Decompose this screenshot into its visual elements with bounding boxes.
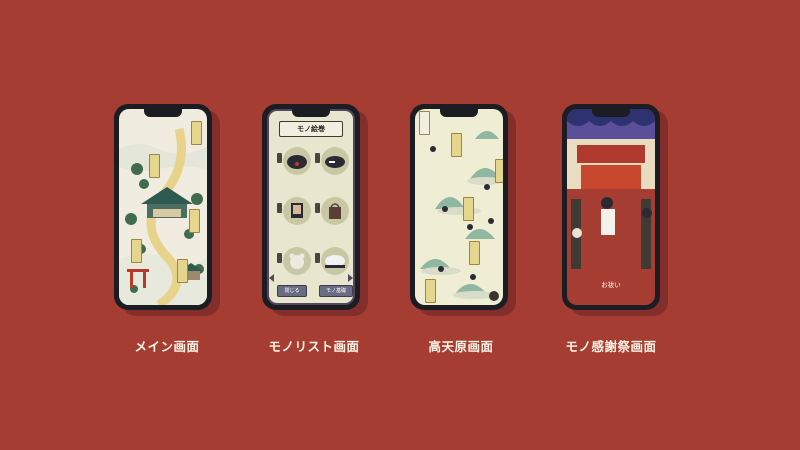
phone-takamagahara <box>410 104 508 310</box>
monolist-title: モノ絵巻 <box>279 121 343 137</box>
item-slot[interactable] <box>321 247 349 275</box>
takamagahara-screen[interactable] <box>415 109 503 305</box>
caption-takamagahara: 高天原画面 <box>428 339 494 354</box>
edit-icon[interactable] <box>489 291 499 301</box>
item-marker <box>315 153 320 163</box>
purification-label[interactable]: お祓い <box>567 279 655 289</box>
phone-festival: お祓い <box>562 104 660 310</box>
mono-basics-button[interactable]: モノ基礎 <box>319 285 353 297</box>
item-marker <box>277 203 282 213</box>
shrine-interior-illustration <box>567 109 655 305</box>
cap-icon <box>325 156 345 168</box>
festival-screen[interactable]: お祓い <box>567 109 655 305</box>
item-marker <box>315 203 320 213</box>
item-slot[interactable] <box>321 197 349 225</box>
back-sign-button[interactable] <box>419 111 430 135</box>
item-slot[interactable] <box>283 247 311 275</box>
caption-festival: モノ感謝祭画面 <box>565 339 657 354</box>
phone-notch <box>440 109 478 117</box>
item-marker <box>315 253 320 263</box>
helmet-icon <box>287 155 307 169</box>
map-sign[interactable] <box>189 209 200 233</box>
map-sign[interactable] <box>131 239 142 263</box>
phone-main <box>114 104 212 310</box>
item-slot[interactable] <box>283 147 311 175</box>
main-screen[interactable] <box>119 109 207 305</box>
item-slot[interactable] <box>321 147 349 175</box>
monolist-screen[interactable]: モノ絵巻 閉じる モノ基礎 <box>267 109 355 305</box>
item-marker <box>277 253 282 263</box>
sky-sign[interactable] <box>469 241 480 265</box>
photo-icon <box>291 203 303 218</box>
caption-monolist: モノリスト画面 <box>268 339 360 354</box>
map-sign[interactable] <box>191 121 202 145</box>
next-page-icon[interactable] <box>348 274 353 282</box>
sky-sign[interactable] <box>425 279 436 303</box>
map-sign[interactable] <box>149 154 160 178</box>
item-slot[interactable] <box>283 197 311 225</box>
prev-page-icon[interactable] <box>269 274 274 282</box>
caption-main: メイン画面 <box>134 339 200 354</box>
sky-sign[interactable] <box>451 133 462 157</box>
item-marker <box>277 153 282 163</box>
close-button[interactable]: 閉じる <box>277 285 307 297</box>
phone-notch <box>292 109 330 117</box>
phone-monolist: モノ絵巻 閉じる モノ基礎 <box>262 104 360 310</box>
bag-icon <box>329 203 341 219</box>
sky-sign[interactable] <box>495 159 503 183</box>
sky-sign[interactable] <box>463 197 474 221</box>
stuffed-bear-icon <box>289 253 305 269</box>
phone-notch <box>144 109 182 117</box>
white-cap-icon <box>325 255 345 268</box>
map-sign[interactable] <box>177 259 188 283</box>
phone-notch <box>592 109 630 117</box>
